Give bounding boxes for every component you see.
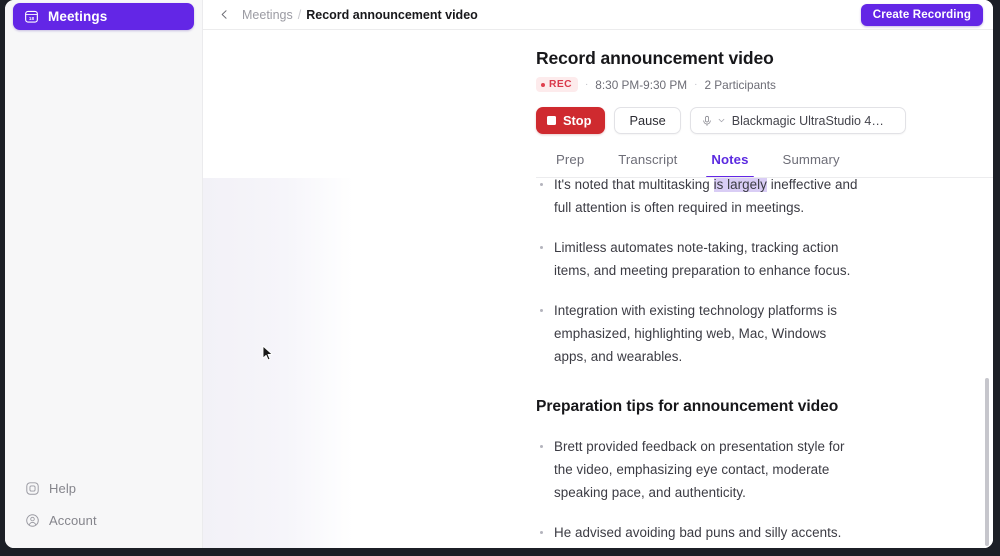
vertical-scrollbar[interactable] — [984, 178, 990, 548]
notes-inner: It's noted that multitasking is largely … — [203, 178, 993, 548]
sidebar-item-label: Meetings — [48, 9, 107, 24]
meeting-meta: REC · 8:30 PM-9:30 PM · 2 Participants — [536, 77, 993, 92]
tab-transcript[interactable]: Transcript — [601, 152, 694, 178]
meta-separator: · — [585, 79, 588, 90]
breadcrumb-separator: / — [298, 8, 301, 22]
bullet-text-highlight: is largely — [714, 178, 767, 192]
app-window-frame: 18 Meetings Help — [0, 0, 1000, 556]
list-item: Limitless automates note-taking, trackin… — [536, 236, 863, 282]
audio-device-label: Blackmagic UltraStudio 4K ... — [732, 114, 892, 128]
notes-bullet-list-top: It's noted that multitasking is largely … — [536, 178, 863, 368]
tab-summary[interactable]: Summary — [766, 152, 857, 178]
sidebar-item-label: Account — [49, 513, 97, 528]
breadcrumb-current: Record announcement video — [306, 8, 478, 22]
audio-device-select[interactable]: Blackmagic UltraStudio 4K ... — [690, 107, 906, 134]
notes-section-heading: Preparation tips for announcement video — [536, 398, 863, 416]
list-item: It's noted that multitasking is largely … — [536, 178, 863, 219]
pause-button[interactable]: Pause — [614, 107, 680, 134]
sidebar-nav-bottom: Help Account — [5, 476, 202, 548]
notes-scroll-area[interactable]: It's noted that multitasking is largely … — [203, 178, 993, 548]
meeting-header-inner: Record announcement video REC · 8:30 PM-… — [203, 48, 993, 178]
top-bar: Meetings / Record announcement video Cre… — [203, 0, 993, 30]
sidebar-spacer — [5, 30, 202, 476]
app-window: 18 Meetings Help — [5, 0, 993, 548]
sidebar-nav-top: 18 Meetings — [5, 0, 202, 30]
sidebar-item-help[interactable]: Help — [13, 476, 194, 500]
sidebar-item-label: Help — [49, 481, 76, 496]
tab-prep[interactable]: Prep — [536, 152, 601, 178]
bullet-text: Integration with existing technology pla… — [554, 303, 837, 364]
bullet-text: Limitless automates note-taking, trackin… — [554, 240, 850, 278]
account-icon — [24, 512, 40, 528]
create-recording-button[interactable]: Create Recording — [861, 4, 983, 26]
vertical-scrollbar-thumb[interactable] — [985, 378, 989, 546]
status-badge-label: REC — [549, 79, 572, 90]
tab-bar: Prep Transcript Notes Summary — [536, 152, 993, 178]
calendar-icon: 18 — [23, 9, 39, 25]
help-icon — [24, 480, 40, 496]
notes-body: It's noted that multitasking is largely … — [203, 178, 993, 548]
stop-button[interactable]: Stop — [536, 107, 605, 134]
sidebar: 18 Meetings Help — [5, 0, 203, 548]
notes-bullet-list-bottom: Brett provided feedback on presentation … — [536, 435, 863, 548]
main-content: Meetings / Record announcement video Cre… — [203, 0, 993, 548]
record-dot-icon — [541, 83, 545, 87]
chevron-left-icon — [218, 8, 231, 21]
sidebar-item-meetings[interactable]: 18 Meetings — [13, 3, 194, 30]
bullet-text-pre: It's noted that multitasking — [554, 178, 714, 192]
sidebar-item-account[interactable]: Account — [13, 508, 194, 532]
list-item: Integration with existing technology pla… — [536, 299, 863, 368]
breadcrumb: Meetings / Record announcement video — [242, 8, 478, 22]
svg-text:18: 18 — [28, 16, 34, 21]
meeting-participants: 2 Participants — [704, 78, 775, 92]
list-item: Brett provided feedback on presentation … — [536, 435, 863, 504]
tab-notes[interactable]: Notes — [694, 152, 765, 178]
breadcrumb-parent[interactable]: Meetings — [242, 8, 293, 22]
meeting-header: Record announcement video REC · 8:30 PM-… — [203, 30, 993, 178]
list-item: He advised avoiding bad puns and silly a… — [536, 521, 863, 544]
page-title: Record announcement video — [536, 48, 993, 69]
recording-controls: Stop Pause — [536, 107, 993, 134]
back-button[interactable] — [215, 6, 233, 24]
chevron-down-icon — [717, 116, 726, 125]
meta-separator: · — [694, 79, 697, 90]
status-badge: REC — [536, 77, 578, 92]
meeting-time-range: 8:30 PM-9:30 PM — [595, 78, 687, 92]
stop-button-label: Stop — [563, 113, 591, 128]
tab-bar-rule — [536, 177, 993, 178]
stop-square-icon — [547, 116, 556, 125]
microphone-icon — [701, 115, 713, 127]
